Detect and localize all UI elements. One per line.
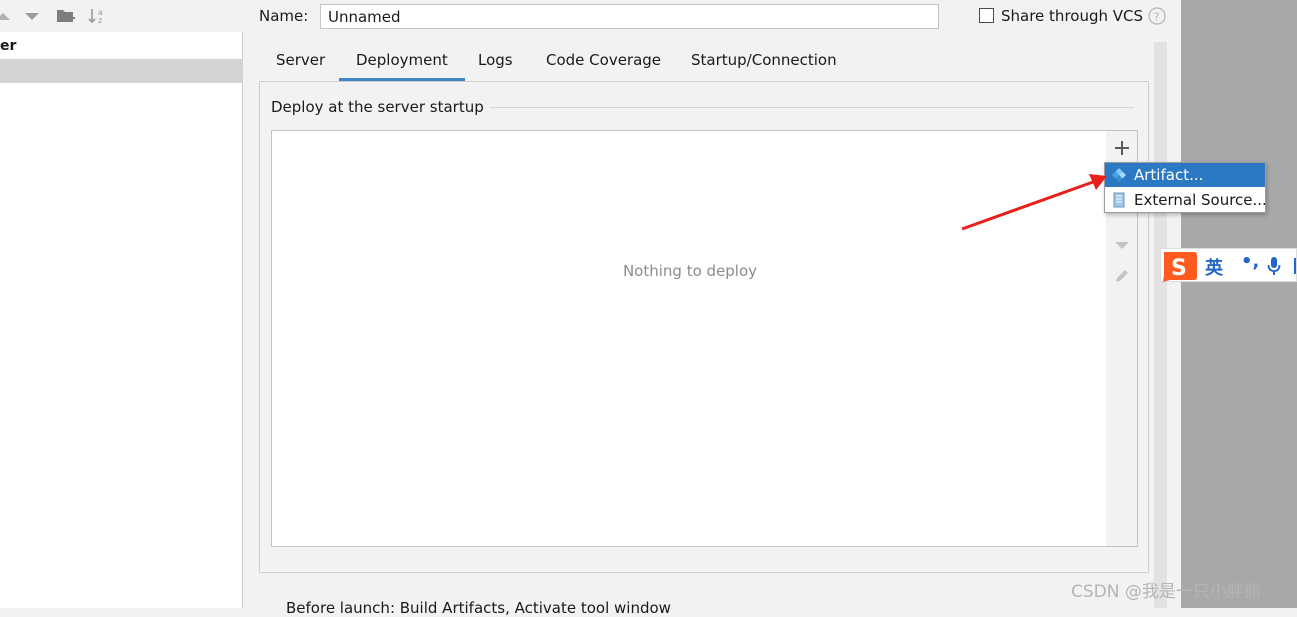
tree-item-selected[interactable] (0, 59, 243, 83)
tab-logs[interactable]: Logs (461, 42, 530, 81)
share-vcs-checkbox[interactable] (979, 8, 994, 23)
svg-text:z: z (98, 16, 102, 25)
tab-code-coverage[interactable]: Code Coverage (529, 42, 678, 81)
help-icon[interactable]: ? (1148, 7, 1166, 25)
scrollbar-track[interactable] (1154, 42, 1167, 608)
ime-logo-icon[interactable]: S (1160, 249, 1198, 283)
ime-language-toggle[interactable]: 英 (1205, 254, 1223, 280)
config-tree: er (0, 32, 243, 608)
add-popup-menu: Artifact... External Source... (1104, 162, 1267, 213)
name-label: Name: (259, 7, 309, 25)
menu-item-label: Artifact... (1134, 166, 1204, 184)
section-divider (481, 107, 1134, 108)
background-desktop (1181, 0, 1297, 608)
menu-item-label: External Source... (1134, 191, 1267, 209)
section-title: Deploy at the server startup (271, 98, 490, 116)
add-icon[interactable] (1114, 140, 1130, 156)
new-folder-icon[interactable] (56, 6, 76, 26)
annotation-arrow (961, 174, 1107, 231)
tree-item-label[interactable]: er (0, 38, 16, 54)
share-vcs-label[interactable]: Share through VCS (1001, 7, 1143, 25)
move-up-icon[interactable] (0, 6, 10, 26)
before-launch-label: Before launch: Build Artifacts, Activate… (286, 599, 671, 617)
watermark: CSDN @我是一只小胖熊 (1071, 582, 1261, 602)
ime-toolbar: S 英 •, (1160, 248, 1297, 282)
tree-toolbar: a z (0, 0, 243, 32)
tab-server[interactable]: Server (259, 42, 342, 81)
tab-startup-connection[interactable]: Startup/Connection (674, 42, 854, 81)
tab-deployment[interactable]: Deployment (339, 42, 465, 81)
empty-state-text: Nothing to deploy (622, 262, 758, 280)
move-down-icon[interactable] (24, 6, 40, 26)
menu-item-artifact[interactable]: Artifact... (1105, 163, 1265, 187)
menu-item-external-source[interactable]: External Source... (1105, 188, 1267, 212)
microphone-icon[interactable] (1267, 256, 1281, 276)
svg-text:?: ? (1154, 11, 1160, 24)
move-down-icon[interactable] (1113, 239, 1131, 251)
ime-divider (1294, 258, 1296, 274)
sort-alphabetically-icon[interactable]: a z (88, 6, 108, 26)
edit-icon[interactable] (1113, 267, 1131, 285)
name-input[interactable] (320, 4, 939, 29)
ime-punctuation-toggle[interactable]: •, (1241, 251, 1259, 272)
svg-text:S: S (1171, 256, 1187, 281)
